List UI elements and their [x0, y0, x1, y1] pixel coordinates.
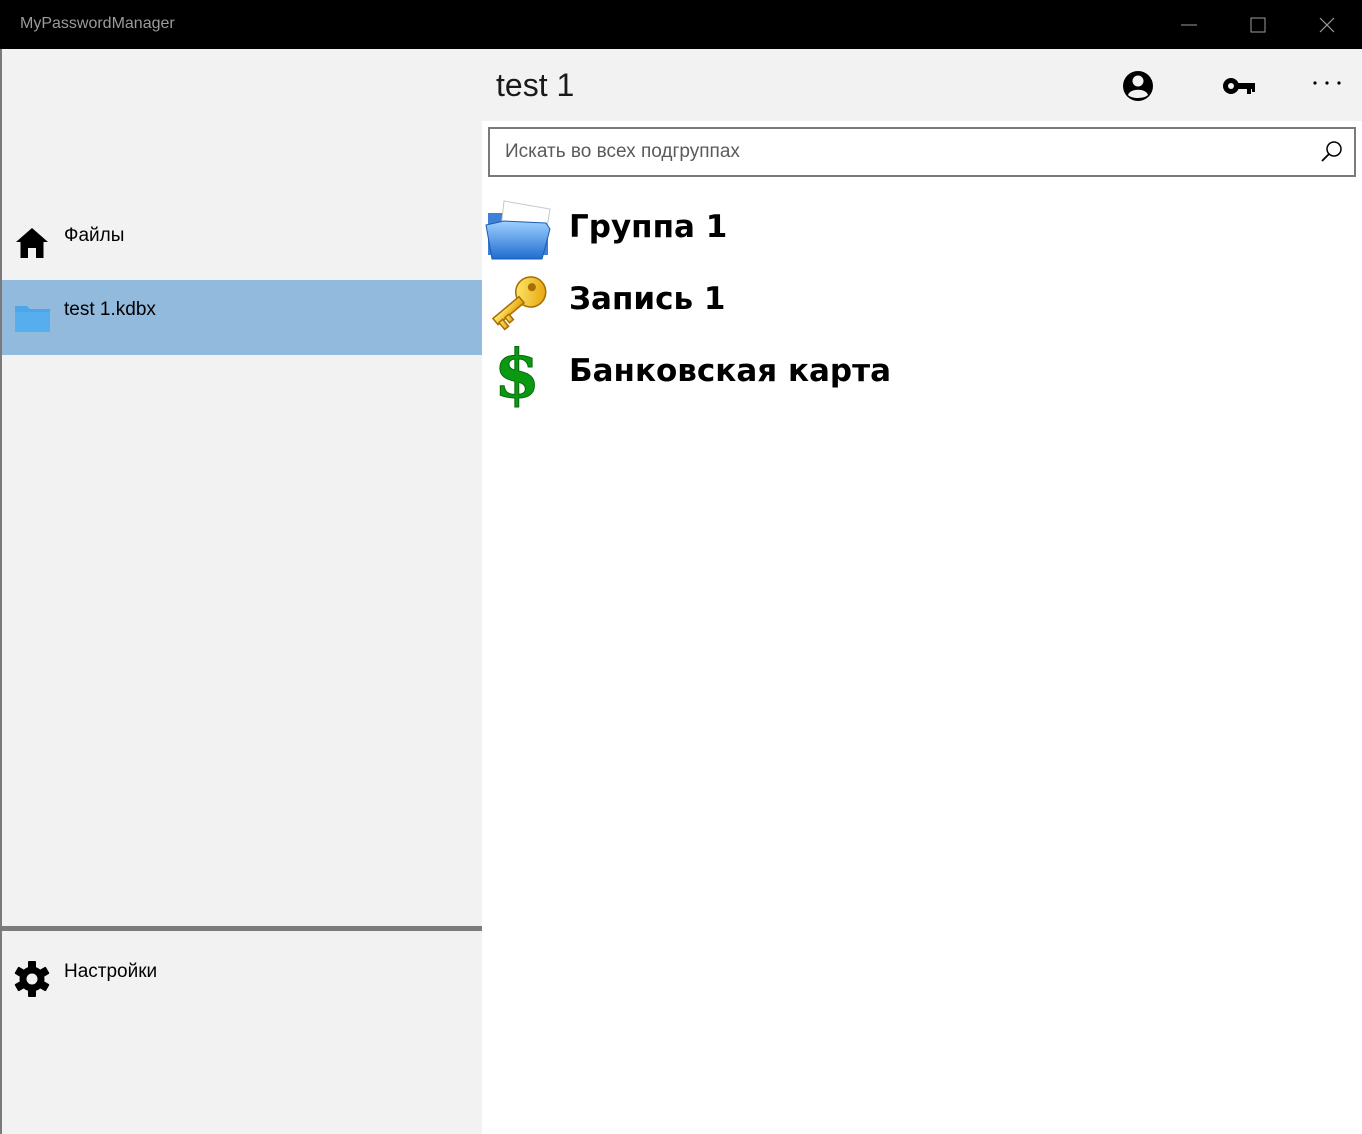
content-area: Группа 1 Запись 1 — [482, 121, 1362, 1134]
key-icon — [491, 276, 547, 331]
key-button[interactable] — [1215, 63, 1265, 109]
maximize-icon — [1250, 17, 1266, 33]
key-icon — [1223, 78, 1255, 94]
home-icon — [16, 228, 48, 258]
search-icon[interactable] — [1320, 140, 1344, 164]
minimize-button[interactable] — [1155, 0, 1223, 49]
entry-title: Группа 1 — [569, 209, 728, 245]
list-item-group[interactable]: Группа 1 — [482, 193, 1362, 265]
navigation-pane: Файлы test 1.kdbx Настройки — [2, 49, 482, 1134]
title-bar: MyPasswordManager — [0, 0, 1362, 49]
entry-title: Банковская карта — [569, 353, 891, 389]
more-button[interactable] — [1302, 63, 1352, 109]
dollar-icon: $ — [494, 337, 541, 409]
main-pane: test 1 Искать во всех подгруппах Группа … — [482, 49, 1362, 1134]
entry-title: Запись 1 — [569, 281, 726, 317]
maximize-button[interactable] — [1224, 0, 1292, 49]
folder-icon — [15, 306, 50, 332]
sidebar-item-label: Настройки — [64, 961, 158, 982]
more-icon — [1313, 81, 1341, 85]
close-button[interactable] — [1293, 0, 1361, 49]
sidebar-divider — [2, 926, 482, 931]
list-item-entry[interactable]: $ Банковская карта — [482, 337, 1362, 409]
page-title: test 1 — [496, 67, 575, 103]
sidebar-item-label: Файлы — [64, 225, 125, 246]
search-input[interactable] — [490, 129, 1310, 175]
open-folder-icon — [485, 200, 551, 260]
close-icon — [1319, 17, 1335, 33]
svg-text:$: $ — [494, 337, 540, 409]
sidebar-item-database[interactable]: test 1.kdbx — [2, 280, 482, 355]
minimize-icon — [1181, 24, 1197, 26]
user-button[interactable] — [1113, 63, 1163, 109]
sidebar-item-files[interactable]: Файлы — [2, 205, 482, 280]
sidebar-item-label: test 1.kdbx — [64, 299, 156, 320]
gear-icon — [14, 961, 50, 997]
app-title: MyPasswordManager — [20, 15, 175, 32]
user-icon — [1123, 71, 1153, 101]
sidebar-item-settings[interactable]: Настройки — [2, 941, 482, 1016]
list-item-entry[interactable]: Запись 1 — [482, 265, 1362, 337]
search-box — [488, 127, 1356, 177]
